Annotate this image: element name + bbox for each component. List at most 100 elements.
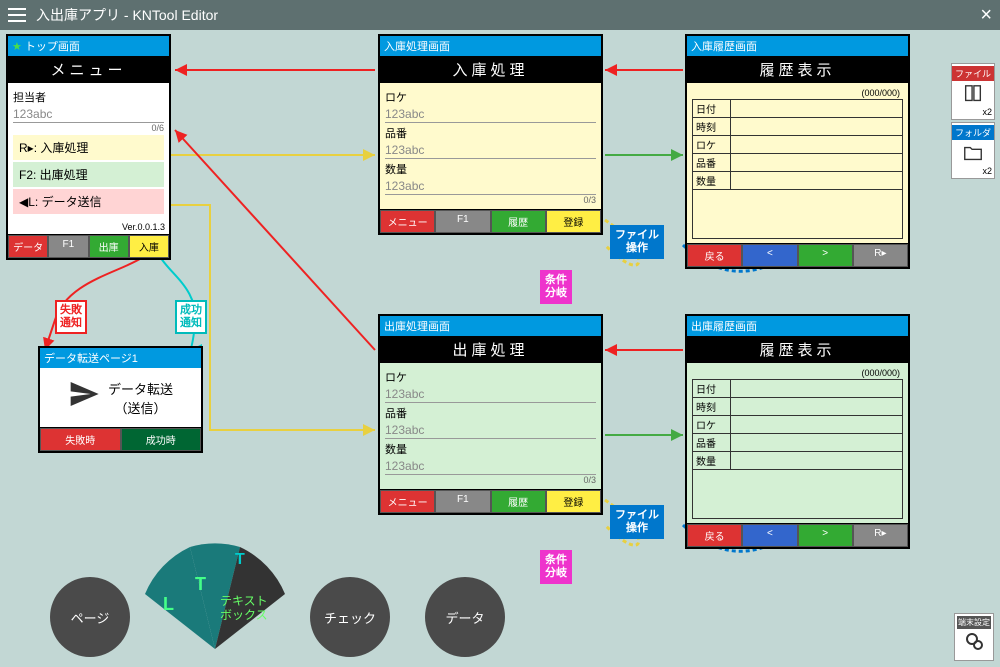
titlebar: 入出庫アプリ - KNTool Editor × [0, 0, 1000, 30]
fkey-back[interactable]: 戻る [687, 244, 742, 267]
input-manager[interactable] [13, 106, 164, 123]
side-folder-label: フォルダ [952, 125, 994, 140]
bottom-toolbar: ページ L T T テキストボックス チェック データ [50, 547, 470, 662]
fkey-row: 戻る < > R▸ [687, 243, 908, 267]
file-count: x2 [952, 107, 994, 117]
badge-success: 成功 通知 [175, 300, 207, 334]
fkey-fail[interactable]: 失敗時 [40, 428, 121, 451]
node-header[interactable]: 出庫処理画面 [380, 316, 601, 336]
label-qty: 数量 [385, 161, 596, 177]
fkey-row: 戻る < > R▸ [687, 523, 908, 547]
letter-t-inner: T [195, 574, 206, 595]
fkey-register[interactable]: 登録 [546, 210, 601, 233]
fkey-data[interactable]: データ [8, 235, 48, 258]
page-indicator: (000/000) [692, 87, 903, 99]
fkey-success[interactable]: 成功時 [121, 428, 202, 451]
fkey-next[interactable]: > [798, 244, 853, 267]
gear-icon [961, 629, 987, 653]
node-body: ロケ 品番 数量 0/3 [380, 363, 601, 489]
node-transfer[interactable]: データ転送ページ1 データ転送 （送信） 失敗時 成功時 [38, 346, 203, 453]
node-title: 履歴表示 [687, 56, 908, 83]
label-loc: ロケ [385, 89, 596, 105]
input-part[interactable] [385, 142, 596, 159]
menu-item-inbound[interactable]: R▸: 入庫処理 [13, 135, 164, 160]
fan-selector[interactable]: L T T テキストボックス [135, 539, 295, 659]
paper-plane-icon [68, 378, 100, 417]
fkey-prev[interactable]: < [742, 244, 797, 267]
wheel-textbox-label: テキストボックス [220, 594, 268, 623]
label-part: 品番 [385, 405, 596, 421]
node-header[interactable]: ★トップ画面 [8, 36, 169, 56]
badge-fileop-2: ファイル 操作 [610, 505, 664, 539]
node-title: 入庫処理 [380, 56, 601, 83]
input-loc[interactable] [385, 106, 596, 123]
badge-branch-1: 条件 分岐 [540, 270, 572, 304]
wheel-check[interactable]: チェック [310, 577, 390, 657]
badge-branch-2: 条件 分岐 [540, 550, 572, 584]
menu-item-outbound[interactable]: F2: 出庫処理 [13, 162, 164, 187]
node-header[interactable]: 入庫処理画面 [380, 36, 601, 56]
fkey-next[interactable]: > [798, 524, 853, 547]
fkey-prev[interactable]: < [742, 524, 797, 547]
input-part[interactable] [385, 422, 596, 439]
history-table: 日付 時刻 ロケ 品番 数量 [692, 99, 903, 190]
side-folder[interactable]: フォルダ x2 [951, 122, 995, 179]
node-outbound[interactable]: 出庫処理画面 出庫処理 ロケ 品番 数量 0/3 メニュー F1 履歴 登録 [378, 314, 603, 515]
fkey-row: 失敗時 成功時 [40, 427, 201, 451]
fkey-back[interactable]: 戻る [687, 524, 742, 547]
label-manager: 担当者 [13, 89, 164, 105]
menu-item-send[interactable]: ◀L: データ送信 [13, 189, 164, 214]
blank-area [692, 189, 903, 239]
char-counter: 0/6 [13, 123, 164, 133]
fkey-row: メニュー F1 履歴 登録 [380, 209, 601, 233]
fkey-in[interactable]: 入庫 [129, 235, 169, 258]
side-panel: ファイル x2 フォルダ x2 [951, 63, 995, 179]
side-file[interactable]: ファイル x2 [951, 63, 995, 120]
fkey-row: データ F1 出庫 入庫 [8, 234, 169, 258]
fkey-history[interactable]: 履歴 [491, 490, 546, 513]
fkey-f1[interactable]: F1 [435, 490, 490, 513]
node-out-history[interactable]: 出庫履歴画面 履歴表示 (000/000) 日付 時刻 ロケ 品番 数量 戻る … [685, 314, 910, 549]
fkey-f1[interactable]: F1 [435, 210, 490, 233]
badge-fail: 失敗 通知 [55, 300, 87, 334]
fkey-f1[interactable]: F1 [48, 235, 88, 258]
fkey-row: メニュー F1 履歴 登録 [380, 489, 601, 513]
input-loc[interactable] [385, 386, 596, 403]
fkey-register[interactable]: 登録 [546, 490, 601, 513]
node-in-history[interactable]: 入庫履歴画面 履歴表示 (000/000) 日付 時刻 ロケ 品番 数量 戻る … [685, 34, 910, 269]
label-loc: ロケ [385, 369, 596, 385]
folder-icon [961, 142, 985, 164]
wheel-data[interactable]: データ [425, 577, 505, 657]
node-header[interactable]: 入庫履歴画面 [687, 36, 908, 56]
close-icon[interactable]: × [980, 4, 992, 27]
input-qty[interactable] [385, 458, 596, 475]
badge-fileop-1: ファイル 操作 [610, 225, 664, 259]
node-header[interactable]: データ転送ページ1 [40, 348, 201, 368]
version-label: Ver.0.0.1.3 [8, 220, 169, 234]
node-inbound[interactable]: 入庫処理画面 入庫処理 ロケ 品番 数量 0/3 メニュー F1 履歴 登録 [378, 34, 603, 235]
char-counter: 0/3 [385, 475, 596, 485]
fkey-history[interactable]: 履歴 [491, 210, 546, 233]
node-title: 出庫処理 [380, 336, 601, 363]
letter-t-outer: T [235, 551, 245, 569]
page-indicator: (000/000) [692, 367, 903, 379]
label-qty: 数量 [385, 441, 596, 457]
blank-area [692, 469, 903, 519]
char-counter: 0/3 [385, 195, 596, 205]
fkey-out[interactable]: 出庫 [89, 235, 129, 258]
terminal-settings-button[interactable]: 端末設定 [954, 613, 994, 661]
fkey-menu[interactable]: メニュー [380, 210, 435, 233]
editor-canvas[interactable]: ★トップ画面 メニュー 担当者 0/6 R▸: 入庫処理 F2: 出庫処理 ◀L… [0, 30, 1000, 667]
input-qty[interactable] [385, 178, 596, 195]
fkey-r[interactable]: R▸ [853, 524, 908, 547]
fkey-r[interactable]: R▸ [853, 244, 908, 267]
fkey-menu[interactable]: メニュー [380, 490, 435, 513]
hamburger-icon[interactable] [8, 8, 26, 22]
label-part: 品番 [385, 125, 596, 141]
node-body: 担当者 0/6 R▸: 入庫処理 F2: 出庫処理 ◀L: データ送信 [8, 83, 169, 220]
node-header[interactable]: 出庫履歴画面 [687, 316, 908, 336]
gear-label: 端末設定 [957, 616, 991, 629]
node-top-screen[interactable]: ★トップ画面 メニュー 担当者 0/6 R▸: 入庫処理 F2: 出庫処理 ◀L… [6, 34, 171, 260]
node-body: (000/000) 日付 時刻 ロケ 品番 数量 [687, 83, 908, 243]
wheel-page[interactable]: ページ [50, 577, 130, 657]
